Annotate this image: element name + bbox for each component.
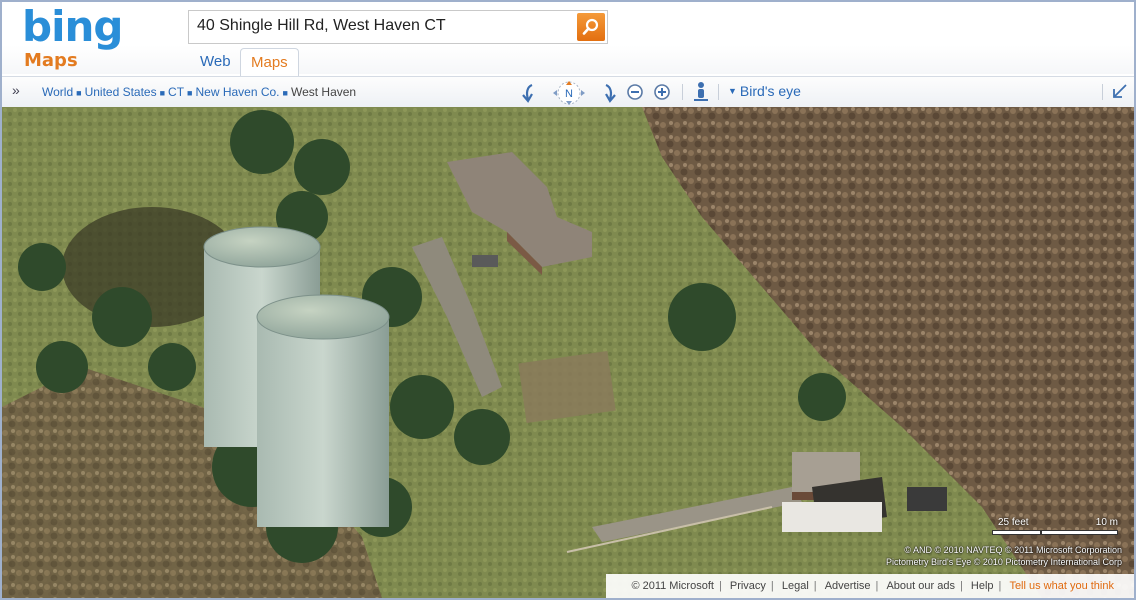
breadcrumb: World ■ United States ■ CT ■ New Haven Co. ■ Wes… [42, 85, 357, 99]
copyright-line-2: Pictometry Bird's Eye © 2010 Pictometry … [886, 557, 1122, 567]
footer-feedback-link[interactable]: Tell us what you think [1009, 580, 1114, 592]
search-box [188, 10, 608, 44]
search-input[interactable] [197, 11, 567, 41]
browser-frame: bing Maps Web Maps » World■United States… [0, 0, 1136, 600]
expand-icon[interactable] [1112, 83, 1128, 104]
footer-link-about-ads[interactable]: About our ads [886, 580, 955, 592]
rotate-left-icon[interactable] [520, 80, 538, 104]
bing-logo[interactable]: bing [22, 2, 123, 52]
collapse-panel-icon[interactable]: » [12, 82, 20, 98]
breadcrumb-ct[interactable]: CT [168, 85, 184, 99]
compass-label: N [565, 88, 573, 100]
view-mode-dropdown[interactable]: ▼ Bird's eye [728, 83, 801, 99]
scale-bar [992, 530, 1118, 535]
breadcrumb-new-haven-co[interactable]: New Haven Co. [195, 85, 279, 99]
dropdown-arrow-icon: ▼ [728, 86, 737, 96]
footer-copyright: © 2011 Microsoft [631, 580, 714, 592]
copyright-line-1: © AND © 2010 NAVTEQ © 2011 Microsoft Cor… [904, 545, 1122, 555]
scale-label-feet: 25 feet [998, 517, 1029, 528]
compass-icon[interactable]: N [546, 80, 592, 105]
footer-link-help[interactable]: Help [971, 580, 994, 592]
rotate-right-icon[interactable] [600, 80, 618, 104]
water-tank [256, 294, 390, 527]
footer: © 2011 Microsoft | Privacy | Legal | Advert… [606, 574, 1134, 598]
toolbar-divider [718, 84, 719, 100]
tab-web[interactable]: Web [190, 48, 241, 75]
footer-link-legal[interactable]: Legal [782, 580, 809, 592]
breadcrumb-united-states[interactable]: United States [85, 85, 157, 99]
view-mode-label: Bird's eye [739, 83, 801, 99]
zoom-in-icon[interactable] [653, 80, 673, 104]
map-scale: 25 feet 10 m [992, 517, 1122, 547]
map-toolbar: » World ■ United States ■ CT ■ New Haven Co. ■ W… [2, 76, 1134, 108]
tab-maps[interactable]: Maps [240, 48, 299, 77]
maps-product-label: Maps [24, 50, 78, 71]
header: bing Maps Web Maps [2, 2, 1134, 77]
street-view-icon[interactable] [692, 80, 710, 104]
scale-label-meters: 10 m [1095, 517, 1118, 528]
toolbar-divider [682, 84, 683, 100]
aerial-imagery [2, 107, 1134, 598]
footer-link-privacy[interactable]: Privacy [730, 580, 766, 592]
map-copyright: © AND © 2010 NAVTEQ © 2011 Microsoft Cor… [886, 544, 1122, 568]
breadcrumb-world[interactable]: World [42, 85, 73, 99]
breadcrumb-current: West Haven [290, 85, 357, 99]
birds-eye-map[interactable]: 25 feet 10 m © AND © 2010 NAVTEQ © 2011 … [2, 107, 1134, 598]
footer-link-advertise[interactable]: Advertise [825, 580, 871, 592]
toolbar-divider [1102, 84, 1103, 100]
zoom-out-icon[interactable] [626, 80, 646, 104]
search-button[interactable] [577, 13, 605, 41]
search-icon [582, 18, 599, 35]
scale-tick [1040, 530, 1042, 534]
